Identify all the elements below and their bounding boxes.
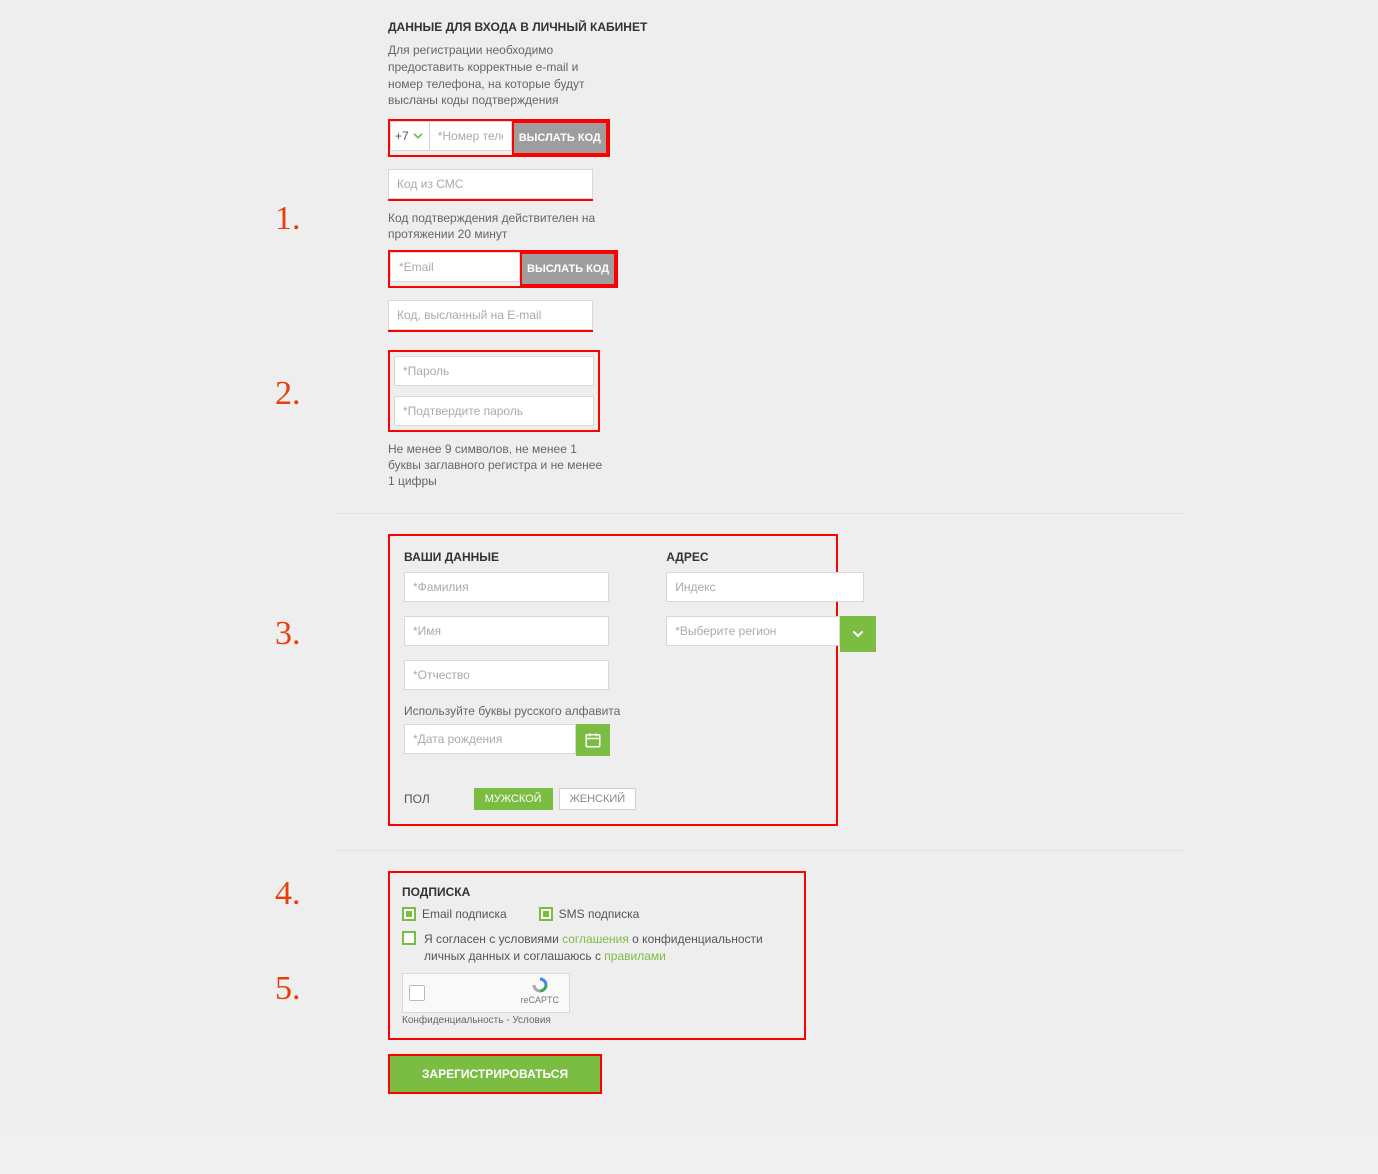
index-input[interactable] — [666, 572, 864, 602]
annotation-3: 3. — [275, 615, 301, 653]
annotation-5: 5. — [275, 970, 301, 1008]
address-title: АДРЕС — [666, 550, 876, 564]
send-sms-code-button[interactable]: ВЫСЛАТЬ КОД — [514, 123, 606, 153]
recaptcha-checkbox[interactable] — [409, 985, 425, 1001]
confirm-password-input[interactable] — [394, 396, 594, 426]
region-dropdown-button[interactable] — [840, 616, 876, 652]
agreement-link[interactable]: соглашения — [562, 932, 629, 946]
password-input[interactable] — [394, 356, 594, 386]
chevron-down-icon — [850, 626, 866, 642]
email-sub-label: Email подписка — [422, 907, 507, 921]
gender-male-button[interactable]: МУЖСКОЙ — [474, 788, 553, 810]
recaptcha-icon — [531, 976, 549, 994]
chevron-down-icon — [411, 129, 425, 143]
rules-link[interactable]: правилами — [604, 949, 666, 963]
annotation-2: 2. — [275, 375, 301, 413]
section1-title: ДАННЫЕ ДЛЯ ВХОДА В ЛИЧНЫЙ КАБИНЕТ — [388, 20, 1185, 34]
email-sub-checkbox[interactable] — [402, 907, 416, 921]
region-select[interactable] — [666, 616, 840, 646]
country-code-value: +7 — [395, 129, 409, 143]
recaptcha-widget: reCAPTC — [402, 973, 570, 1013]
password-hint: Не менее 9 символов, не менее 1 буквы за… — [388, 442, 608, 489]
phone-input[interactable] — [430, 121, 512, 151]
firstname-input[interactable] — [404, 616, 609, 646]
annotation-4: 4. — [275, 875, 301, 913]
email-code-input[interactable] — [388, 300, 593, 330]
recaptcha-legal: Конфиденциальность - Условия — [402, 1015, 792, 1026]
sms-sub-label: SMS подписка — [559, 907, 640, 921]
calendar-icon — [584, 731, 602, 749]
country-code-select[interactable]: +7 — [390, 121, 430, 151]
email-input[interactable] — [390, 252, 520, 282]
recaptcha-brand: reCAPTC — [520, 995, 559, 1005]
code-validity-hint: Код подтверждения действителен на протяж… — [388, 211, 598, 242]
calendar-button[interactable] — [576, 724, 610, 756]
send-email-code-button[interactable]: ВЫСЛАТЬ КОД — [522, 254, 614, 284]
agree-checkbox[interactable] — [402, 931, 416, 945]
annotation-1: 1. — [275, 200, 301, 238]
agree-text: Я согласен с условиями соглашения о конф… — [424, 931, 792, 965]
dob-input[interactable] — [404, 724, 576, 754]
gender-label: ПОЛ — [404, 792, 430, 806]
sms-code-input[interactable] — [388, 169, 593, 199]
surname-input[interactable] — [404, 572, 609, 602]
alphabet-hint: Используйте буквы русского алфавита — [404, 704, 636, 718]
your-data-title: ВАШИ ДАННЫЕ — [404, 550, 636, 564]
register-button[interactable]: ЗАРЕГИСТРИРОВАТЬСЯ — [390, 1056, 600, 1092]
patronymic-input[interactable] — [404, 660, 609, 690]
subscription-title: ПОДПИСКА — [402, 885, 792, 899]
sms-sub-checkbox[interactable] — [539, 907, 553, 921]
password-group — [388, 350, 600, 432]
section1-intro: Для регистрации необходимо предоставить … — [388, 42, 598, 109]
gender-female-button[interactable]: ЖЕНСКИЙ — [559, 788, 637, 810]
